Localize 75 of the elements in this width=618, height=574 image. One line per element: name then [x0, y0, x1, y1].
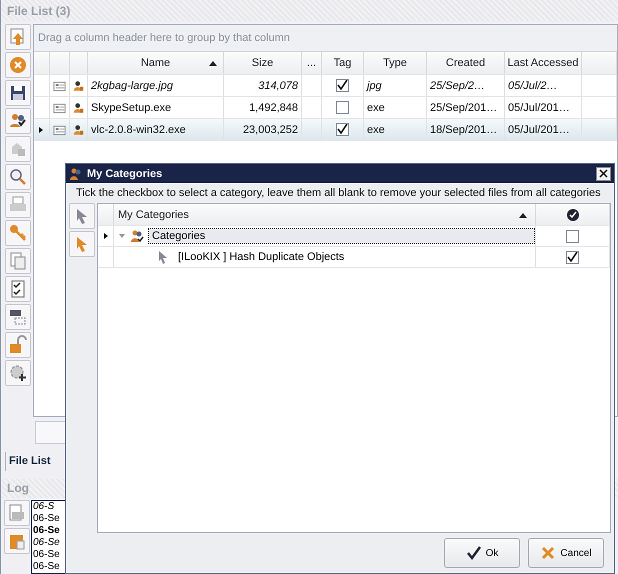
filter-field[interactable]	[35, 420, 67, 444]
person-icon	[73, 122, 84, 137]
table-cell: 05/Jul/201…	[505, 119, 582, 140]
cancel-icon	[540, 545, 556, 561]
collapse-icon[interactable]	[118, 232, 126, 240]
log-line: 06-S	[32, 501, 54, 514]
tab[interactable]: File List	[5, 452, 61, 471]
file-row[interactable]: SkypeSetup.exe 1,492,848 exe 25/Sep/201… 05/Jul/201…	[34, 97, 617, 120]
table-cell: exe	[364, 119, 427, 140]
table-cell: 314,078	[224, 75, 302, 96]
table-cell: exe	[364, 97, 427, 118]
column-header[interactable]: Tag	[322, 52, 364, 74]
table-cell: 1,492,848	[224, 97, 302, 118]
log-line: 06-Se	[32, 549, 60, 562]
panel-title: File List (3)	[1, 0, 618, 22]
column-header[interactable]: Size	[224, 52, 302, 74]
table-cell: 25/Sep/201…	[427, 97, 505, 118]
close-icon	[599, 169, 608, 178]
cancel-button[interactable]: Cancel	[528, 538, 604, 568]
person-icon	[73, 78, 84, 93]
column-header[interactable]: Type	[364, 52, 427, 74]
log-line: 06-Se	[32, 561, 60, 574]
table-cell: 25/Sep/2…	[427, 75, 505, 96]
person-icon	[73, 100, 84, 115]
checkbox[interactable]	[336, 79, 349, 92]
selection-icon	[8, 307, 28, 328]
people-icon	[130, 229, 144, 243]
table-cell: 18/Sep/201…	[427, 119, 505, 140]
toolbar-button[interactable]	[5, 108, 31, 134]
table-cell: vlc-2.0.8-win32.exe	[88, 119, 224, 140]
column-header[interactable]: My Categories	[114, 204, 536, 225]
table-cell: jpg	[364, 75, 427, 96]
log-line: 06-Se	[32, 513, 60, 526]
column-header[interactable]: ...	[302, 52, 322, 74]
table-cell: 05/Jul/201…	[505, 97, 582, 118]
tree-item[interactable]: Categories	[148, 228, 535, 244]
column-header[interactable]	[536, 204, 610, 225]
table-cell: 2kgbag-large.jpg	[88, 75, 224, 96]
search-icon	[8, 167, 28, 188]
checkbox[interactable]	[336, 101, 349, 114]
toolbar-button[interactable]	[5, 304, 31, 330]
table-cell: SkypeSetup.exe	[88, 97, 224, 118]
toolbar-button[interactable]	[5, 360, 31, 386]
table-cell: 05/Jul/2…	[505, 75, 582, 96]
table-cell: 23,003,252	[224, 119, 302, 140]
toolbar-button[interactable]	[5, 80, 31, 106]
document-icon	[7, 503, 27, 524]
sort-ascending-icon	[209, 60, 217, 66]
group-by-hint: Drag a column header here to group by that column	[34, 25, 617, 52]
sort-ascending-icon	[519, 212, 527, 218]
people-icon	[69, 166, 83, 180]
tree-item[interactable]: [ILooKIX ] Hash Duplicate Objects	[174, 249, 535, 265]
column-header[interactable]: Last Accessed	[505, 52, 582, 74]
file-row[interactable]: vlc-2.0.8-win32.exe 23,003,252 exe 18/Sep/201… 05/Jul/201…	[34, 119, 617, 142]
column-header[interactable]: Name	[88, 52, 224, 74]
unlocked-padlock-icon	[8, 335, 28, 356]
dialog-title: My Categories	[87, 168, 164, 180]
instruction-text: Tick the checkbox to select a category, leave them all blank to remove your selected files from all categories	[75, 186, 602, 201]
column-header[interactable]: Created	[427, 52, 505, 74]
checkmark-icon	[466, 545, 482, 561]
file-row[interactable]: 2kgbag-large.jpg 314,078 jpg 25/Sep/2… 05/Jul/2…	[34, 75, 617, 98]
checkbox[interactable]	[566, 230, 579, 242]
cancel-icon	[8, 55, 28, 76]
current-row-icon	[37, 126, 45, 134]
check-badge-icon	[566, 208, 580, 222]
key-icon	[8, 223, 28, 244]
close-button[interactable]	[596, 166, 611, 180]
gear-plus-icon	[8, 363, 28, 384]
ok-button[interactable]: Ok	[444, 538, 520, 568]
checkbox[interactable]	[336, 123, 349, 136]
documents-icon	[8, 251, 28, 272]
log-line: 06-Se	[32, 525, 60, 538]
checkbox[interactable]	[566, 250, 579, 264]
log-line: 06-Se	[32, 537, 60, 550]
toolbar-button[interactable]	[5, 276, 31, 302]
